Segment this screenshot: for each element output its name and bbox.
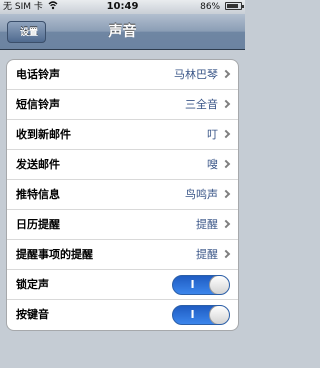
row-sent-mail[interactable]: 发送邮件 嗖 xyxy=(7,150,238,180)
row-label: 收到新邮件 xyxy=(16,128,71,141)
row-new-mail[interactable]: 收到新邮件 叮 xyxy=(7,120,238,150)
back-button[interactable]: 设置 xyxy=(7,21,47,43)
row-value: 叮 xyxy=(207,128,218,141)
battery-percent: 86% xyxy=(200,2,221,12)
row-value: 提醒 xyxy=(196,248,218,261)
row-label: 电话铃声 xyxy=(16,68,60,81)
lock-sounds-toggle[interactable]: I xyxy=(172,275,230,295)
row-keyboard-clicks: 按键音 I xyxy=(7,300,238,330)
chevron-right-icon xyxy=(221,69,231,79)
battery-icon xyxy=(225,2,244,10)
row-label: 推特信息 xyxy=(16,188,60,201)
chevron-right-icon xyxy=(221,249,231,259)
row-label: 日历提醒 xyxy=(16,218,60,231)
keyboard-clicks-toggle[interactable]: I xyxy=(172,305,230,325)
chevron-right-icon xyxy=(221,219,231,229)
row-label: 发送邮件 xyxy=(16,158,60,171)
row-text-tone[interactable]: 短信铃声 三全音 xyxy=(7,90,238,120)
row-label: 提醒事项的提醒 xyxy=(16,248,93,261)
navigation-bar: 声音 设置 xyxy=(0,14,245,50)
row-lock-sounds: 锁定声 I xyxy=(7,270,238,300)
row-calendar-alerts[interactable]: 日历提醒 提醒 xyxy=(7,210,238,240)
row-value: 三全音 xyxy=(185,98,218,111)
toggle-on-text: I xyxy=(190,308,195,321)
chevron-right-icon xyxy=(221,99,231,109)
row-ringtone[interactable]: 电话铃声 马林巴琴 xyxy=(7,60,238,90)
battery-area: 86% xyxy=(200,0,244,14)
row-label: 锁定声 xyxy=(16,278,49,291)
toggle-knob xyxy=(209,276,229,294)
row-value: 马林巴琴 xyxy=(174,68,218,81)
row-label: 按键音 xyxy=(16,308,49,321)
row-value: 嗖 xyxy=(207,158,218,171)
status-bar: 无 SIM 卡 10:49 86% xyxy=(0,0,245,14)
back-button-label: 设置 xyxy=(20,28,39,38)
row-tweet[interactable]: 推特信息 鸟鸣声 xyxy=(7,180,238,210)
chevron-right-icon xyxy=(221,129,231,139)
row-value: 提醒 xyxy=(196,218,218,231)
sounds-settings-group: 电话铃声 马林巴琴 短信铃声 三全音 收到新邮件 叮 发送邮件 嗖 推特信息 鸟… xyxy=(6,59,239,331)
row-label: 短信铃声 xyxy=(16,98,60,111)
toggle-on-text: I xyxy=(190,278,195,291)
row-value: 鸟鸣声 xyxy=(185,188,218,201)
toggle-knob xyxy=(209,306,229,324)
row-reminder-alerts[interactable]: 提醒事项的提醒 提醒 xyxy=(7,240,238,270)
chevron-right-icon xyxy=(221,189,231,199)
chevron-right-icon xyxy=(221,159,231,169)
